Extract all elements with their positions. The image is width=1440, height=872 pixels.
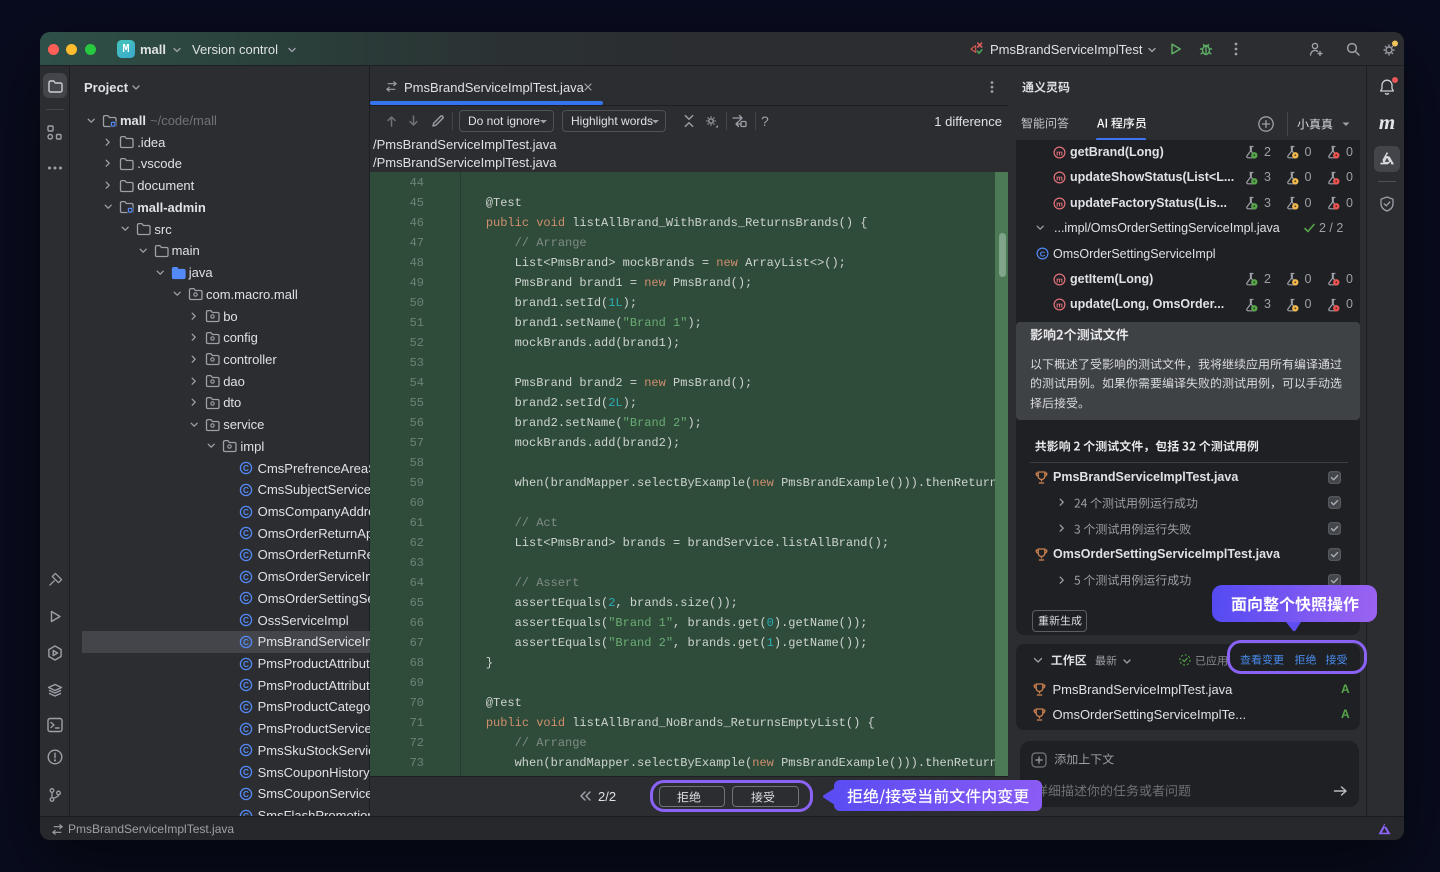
svg-text:C: C (243, 507, 249, 516)
svg-text:C: C (243, 724, 249, 733)
svg-text:C: C (243, 638, 249, 647)
svg-text:m: m (1056, 148, 1063, 157)
svg-text:C: C (243, 681, 249, 690)
svg-text:C: C (243, 464, 249, 473)
svg-text:C: C (243, 551, 249, 560)
svg-text:C: C (1040, 250, 1046, 259)
svg-text:C: C (243, 529, 249, 538)
svg-text:C: C (243, 746, 249, 755)
svg-text:m: m (1056, 173, 1063, 182)
svg-text:m: m (1056, 300, 1063, 309)
svg-text:C: C (243, 485, 249, 494)
svg-text:C: C (243, 594, 249, 603)
svg-text:C: C (243, 790, 249, 799)
svg-text:m: m (1056, 275, 1063, 284)
svg-text:C: C (243, 703, 249, 712)
svg-text:m: m (1056, 199, 1063, 208)
svg-text:C: C (243, 659, 249, 668)
svg-text:C: C (243, 768, 249, 777)
svg-text:C: C (243, 616, 249, 625)
svg-text:C: C (243, 572, 249, 581)
